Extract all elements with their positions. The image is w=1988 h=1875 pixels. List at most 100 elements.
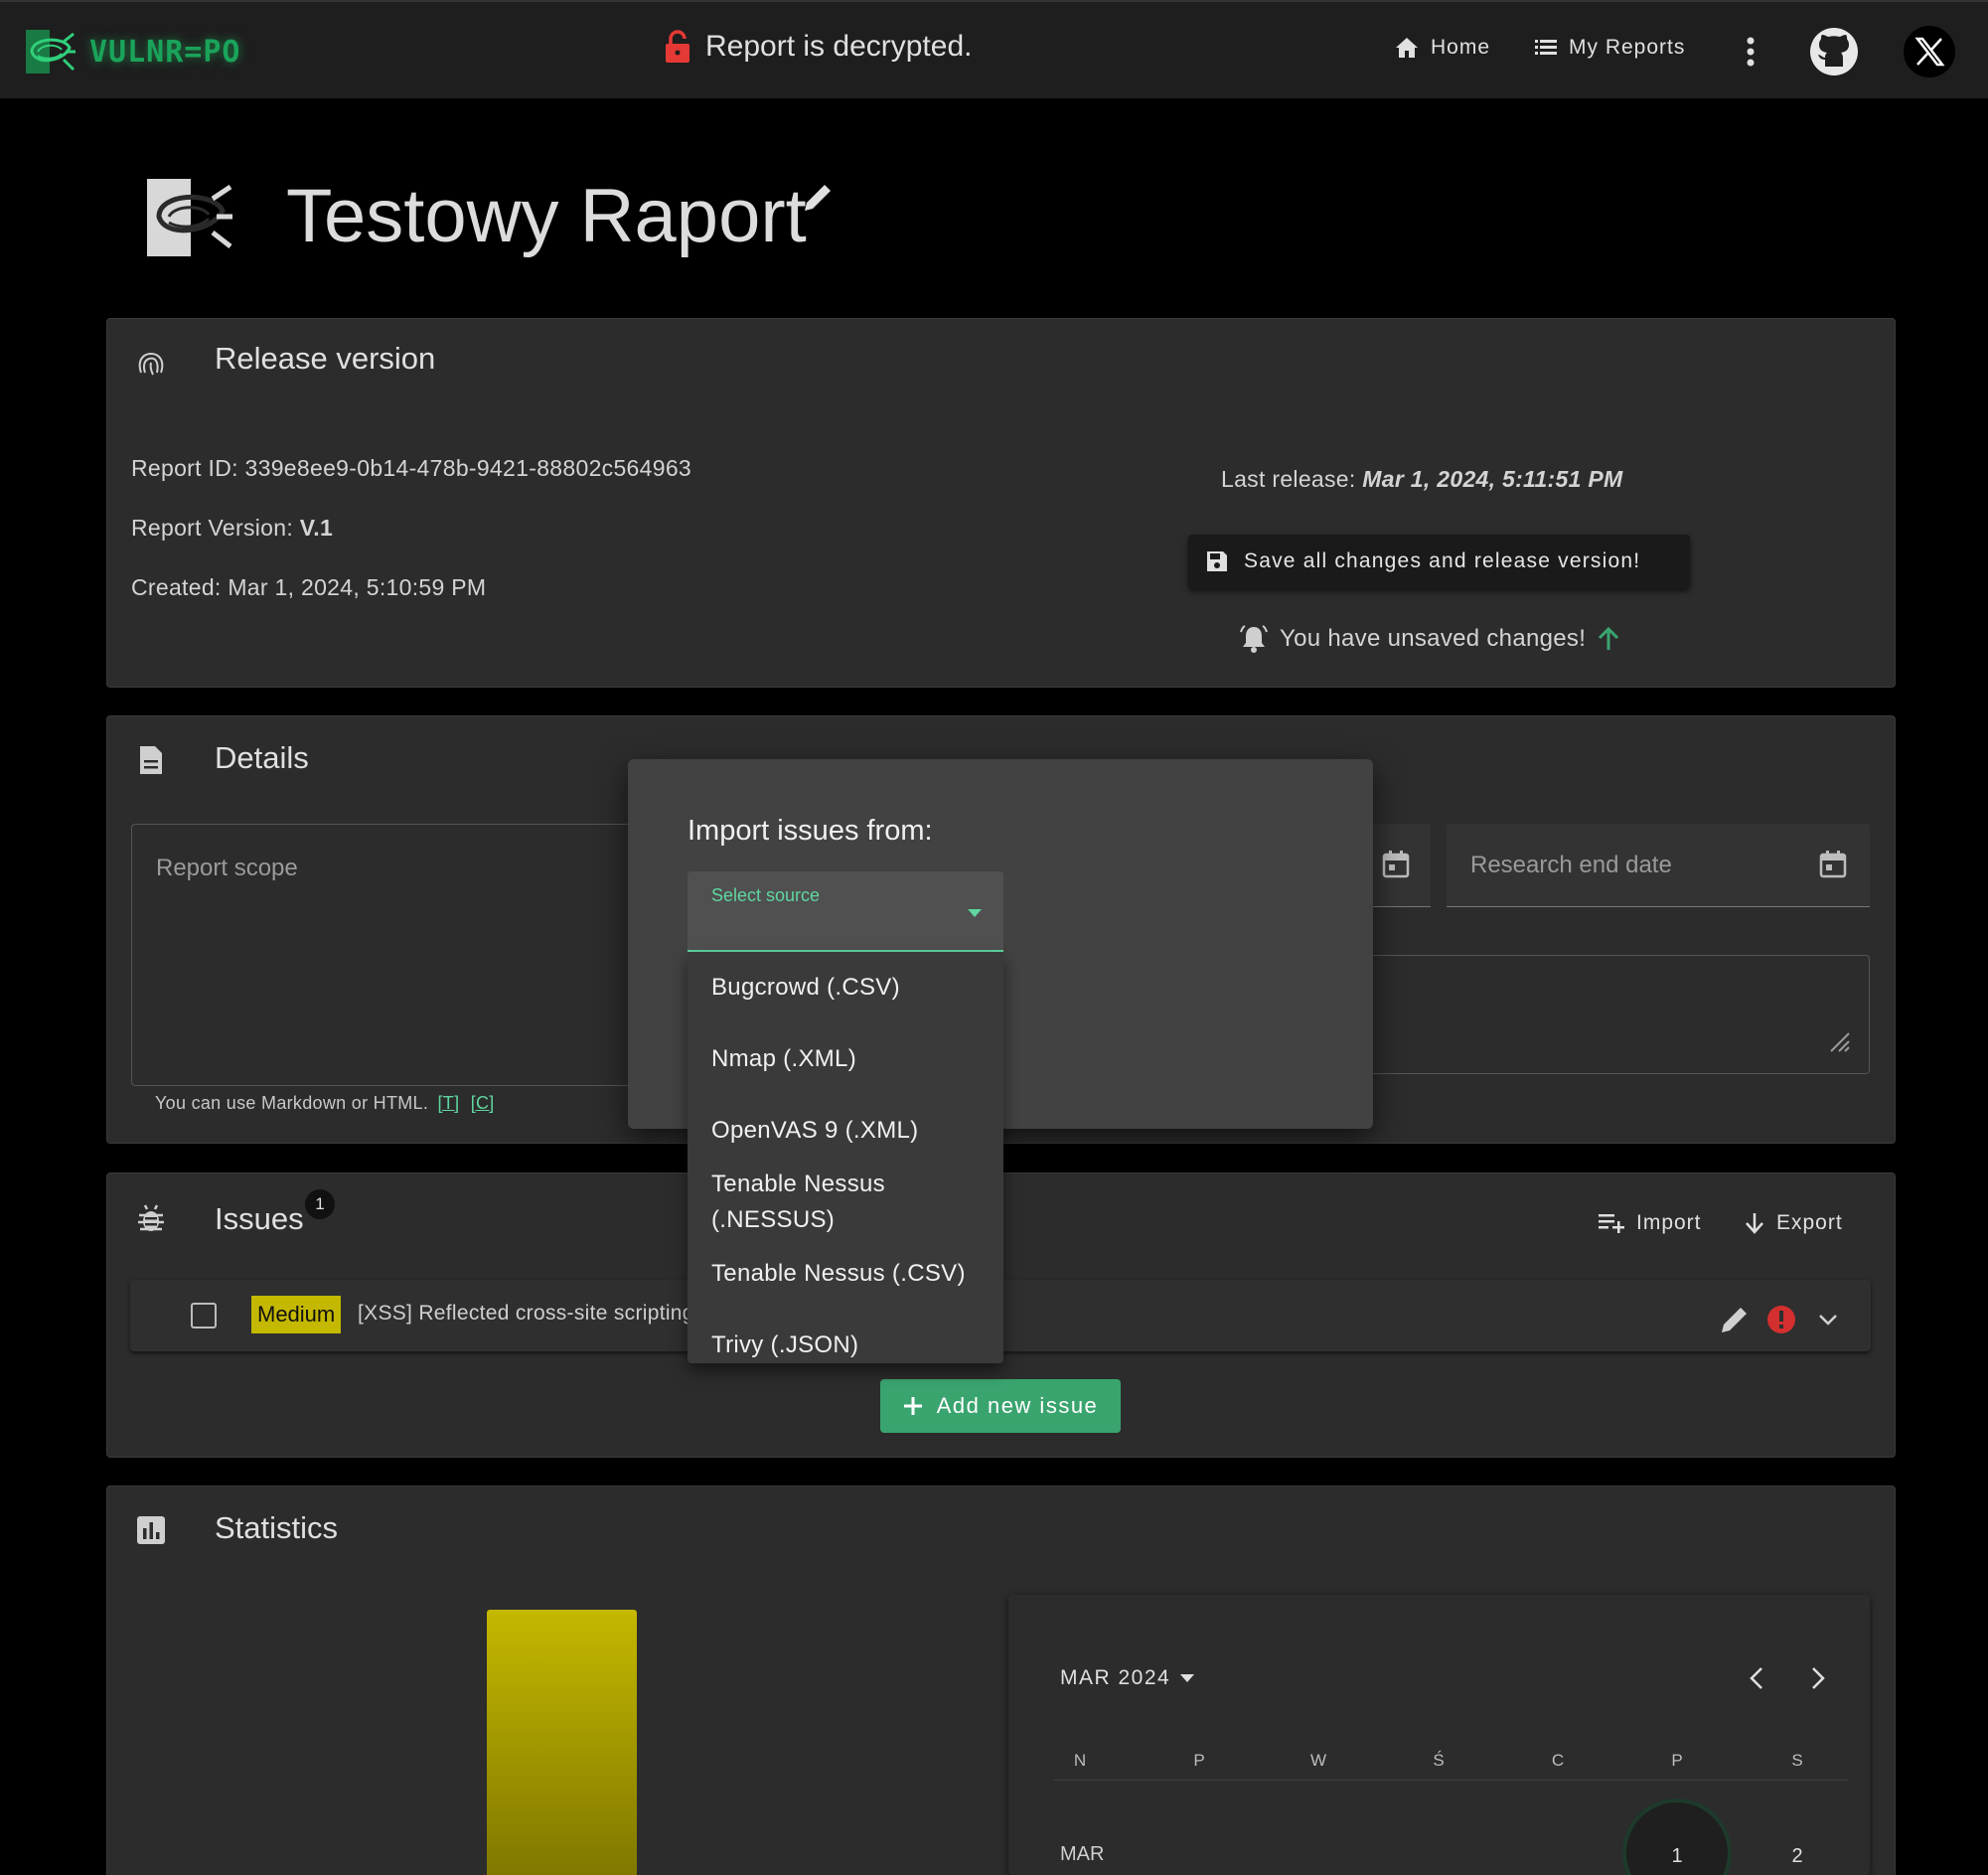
nav-my-reports[interactable]: My Reports (1535, 36, 1685, 60)
nav-my-reports-label: My Reports (1569, 36, 1686, 59)
save-icon (1207, 551, 1227, 571)
report-id: Report ID: 339e8ee9-0b14-478b-9421-88802… (131, 455, 692, 481)
release-version-title: Release version (215, 341, 436, 376)
app-logo[interactable]: VULNR=PO (24, 28, 241, 76)
save-release-button[interactable]: Save all changes and release version! (1188, 535, 1690, 588)
chart-icon (137, 1516, 165, 1544)
calendar: MAR 2024 N P W Ś C P S MAR 1 2 (1008, 1595, 1870, 1875)
add-issue-label: Add new issue (936, 1393, 1099, 1418)
import-dialog-title: Import issues from: (688, 815, 933, 847)
report-version: Report Version: V.1 (131, 515, 334, 541)
calendar-month: MAR 2024 (1060, 1666, 1171, 1689)
report-version-value: V.1 (299, 515, 334, 541)
hint-link-c[interactable]: [C] (471, 1093, 495, 1113)
unsaved-notice: You have unsaved changes! (1238, 624, 1621, 654)
nav-home[interactable]: Home (1395, 36, 1490, 60)
x-logo-icon (1914, 37, 1945, 67)
menu-item-nessus-file[interactable]: Tenable Nessus (.NESSUS) (711, 1167, 990, 1238)
plus-icon (903, 1397, 922, 1415)
report-created-value: Mar 1, 2024, 5:10:59 PM (228, 574, 487, 600)
top-bar: VULNR=PO Report is decrypted. Home My Re… (0, 0, 1988, 98)
markdown-hint: You can use Markdown or HTML. [T] [C] (155, 1093, 495, 1113)
export-label: Export (1776, 1211, 1843, 1234)
calendar-divider (1053, 1780, 1848, 1781)
report-scope-placeholder: Report scope (156, 855, 298, 881)
weekday-label: S (1791, 1751, 1803, 1770)
issues-count-badge: 1 (305, 1189, 335, 1219)
arrow-up-icon (1599, 626, 1619, 650)
resize-handle-icon[interactable] (1825, 1027, 1851, 1053)
decryption-status-text: Report is decrypted. (705, 30, 973, 63)
description-textarea[interactable] (1361, 955, 1870, 1074)
chevron-right-icon[interactable] (1805, 1664, 1829, 1692)
home-icon (1396, 38, 1418, 58)
last-release-value: Mar 1, 2024, 5:11:51 PM (1362, 466, 1623, 492)
github-icon[interactable] (1809, 27, 1859, 77)
report-logo-icon (147, 179, 232, 256)
calendar-icon[interactable] (1381, 850, 1411, 879)
bell-alert-icon (1240, 625, 1268, 653)
chevron-left-icon[interactable] (1746, 1664, 1769, 1692)
research-end-date-input[interactable]: Research end date (1447, 824, 1870, 907)
menu-item-nessus-csv[interactable]: Tenable Nessus (.CSV) (711, 1256, 990, 1292)
statistics-title: Statistics (215, 1510, 339, 1545)
source-select-label: Select source (711, 885, 821, 905)
severity-badge: Medium (251, 1296, 342, 1333)
last-release: Last release: Mar 1, 2024, 5:11:51 PM (1221, 466, 1623, 492)
weekday-label: W (1309, 1751, 1327, 1770)
unlock-icon (666, 30, 689, 63)
issue-name[interactable]: [XSS] Reflected cross-site scripting (358, 1302, 694, 1326)
critical-alert-icon (1767, 1306, 1795, 1333)
bug-logo-icon (26, 30, 76, 74)
edit-issue-icon[interactable] (1719, 1304, 1751, 1335)
hint-link-t[interactable]: [T] (437, 1093, 459, 1113)
chevron-down-icon[interactable] (1816, 1310, 1840, 1329)
issues-title: Issues (215, 1201, 304, 1236)
unsaved-notice-text: You have unsaved changes! (1280, 625, 1587, 652)
weekday-label: P (1671, 1751, 1683, 1770)
caret-down-icon (1180, 1674, 1195, 1682)
list-icon (1535, 40, 1557, 55)
weekday-label: P (1193, 1751, 1205, 1770)
weekday-label: C (1551, 1751, 1565, 1770)
release-version-card: Release version (106, 318, 1896, 688)
edit-title-icon[interactable] (801, 181, 835, 215)
calendar-day-1[interactable]: 1 (1657, 1845, 1697, 1868)
report-id-value: 339e8ee9-0b14-478b-9421-88802c564963 (244, 455, 692, 481)
import-button[interactable]: Import (1599, 1211, 1702, 1235)
dropdown-arrow-icon (968, 909, 982, 917)
page-title: Testowy Raport (286, 174, 807, 258)
decryption-status: Report is decrypted. (664, 30, 972, 64)
bug-icon (138, 1204, 164, 1231)
document-icon (140, 746, 162, 774)
more-options-icon[interactable] (1741, 32, 1760, 72)
calendar-month-selector[interactable]: MAR 2024 (1060, 1666, 1195, 1690)
menu-item-openvas-xml[interactable]: OpenVAS 9 (.XML) (711, 1113, 990, 1149)
save-release-label: Save all changes and release version! (1244, 549, 1641, 572)
playlist-add-icon (1599, 1214, 1624, 1233)
weekday-label: N (1073, 1751, 1087, 1770)
weekday-label: Ś (1433, 1751, 1445, 1770)
source-select[interactable]: Select source (688, 871, 1003, 953)
calendar-icon[interactable] (1818, 850, 1848, 879)
details-title: Details (215, 740, 309, 775)
calendar-day-2[interactable]: 2 (1777, 1845, 1817, 1868)
arrow-down-icon (1746, 1213, 1763, 1234)
export-button[interactable]: Export (1745, 1211, 1843, 1235)
chart-bar-medium (487, 1610, 637, 1875)
research-end-placeholder: Research end date (1470, 852, 1672, 878)
import-label: Import (1636, 1211, 1702, 1234)
source-menu: Bugcrowd (.CSV) Nmap (.XML) OpenVAS 9 (.… (688, 952, 1003, 1363)
menu-item-nmap-xml[interactable]: Nmap (.XML) (711, 1041, 990, 1077)
report-created: Created: Mar 1, 2024, 5:10:59 PM (131, 574, 487, 600)
menu-item-bugcrowd-csv[interactable]: Bugcrowd (.CSV) (711, 970, 990, 1006)
menu-item-trivy-json[interactable]: Trivy (.JSON) (711, 1328, 990, 1363)
calendar-row-label: MAR (1060, 1843, 1105, 1865)
nav-home-label: Home (1431, 36, 1491, 59)
add-issue-button[interactable]: Add new issue (880, 1379, 1121, 1433)
issue-checkbox[interactable] (191, 1303, 217, 1328)
report-scope-input[interactable]: Report scope (131, 824, 648, 1086)
x-social-button[interactable] (1904, 26, 1955, 78)
app-brand: VULNR=PO (89, 34, 241, 70)
fingerprint-icon (138, 353, 164, 376)
